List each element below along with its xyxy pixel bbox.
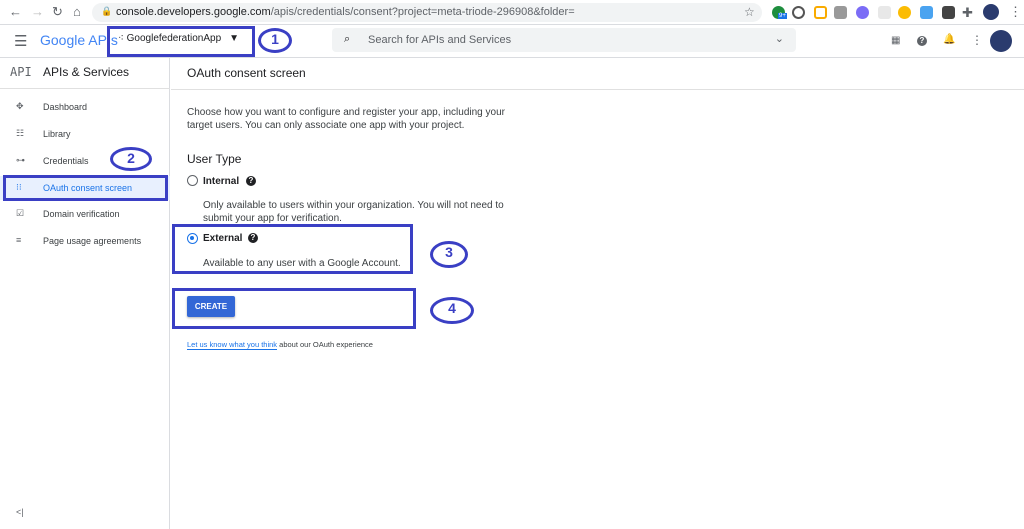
feedback-link[interactable]: Let us know what you think bbox=[187, 340, 278, 350]
hamburger-menu-icon[interactable]: ☰ bbox=[14, 32, 27, 50]
sidebar-title: APIs & Services bbox=[43, 65, 130, 79]
extension-icon[interactable] bbox=[856, 6, 869, 19]
search-icon: ⌕ bbox=[344, 33, 351, 45]
sidebar-item-label: Domain verification bbox=[43, 209, 120, 219]
camera-extension-icon[interactable] bbox=[834, 6, 847, 19]
sidebar-item-label: Dashboard bbox=[43, 102, 88, 112]
bookmark-star-icon[interactable]: ☆ bbox=[744, 5, 755, 19]
divider bbox=[0, 88, 170, 89]
lock-icon: 🔒 bbox=[101, 6, 113, 16]
library-icon: ☷ bbox=[16, 128, 25, 138]
gift-icon[interactable]: ▦ bbox=[891, 35, 900, 46]
home-icon[interactable]: ⌂ bbox=[73, 4, 81, 19]
extension-icon[interactable] bbox=[898, 6, 911, 19]
search-placeholder: Search for APIs and Services bbox=[368, 34, 512, 46]
intro-text: target users. You can only associate one… bbox=[187, 120, 465, 131]
extension-badge: 9+ bbox=[778, 13, 787, 19]
divider bbox=[171, 89, 1024, 90]
internal-description: Only available to users within your orga… bbox=[203, 200, 504, 211]
annotation-label-4: 4 bbox=[430, 297, 474, 324]
sidebar-item-dashboard[interactable]: ✥ Dashboard bbox=[0, 95, 170, 119]
page-title: OAuth consent screen bbox=[187, 66, 306, 80]
extension-icon[interactable] bbox=[920, 6, 933, 19]
annotation-box-3 bbox=[172, 224, 413, 274]
feedback-rest: about our OAuth experience bbox=[277, 340, 373, 349]
intro-text: Choose how you want to configure and reg… bbox=[187, 107, 505, 118]
extension-icon[interactable] bbox=[942, 6, 955, 19]
help-icon[interactable]: ? bbox=[246, 176, 256, 186]
sidebar-item-domain-verification[interactable]: ☑ Domain verification bbox=[0, 202, 170, 226]
annotation-label-2: 2 bbox=[110, 147, 152, 171]
help-icon[interactable]: ? bbox=[917, 36, 927, 46]
reload-icon[interactable]: ↻ bbox=[52, 4, 63, 20]
annotation-box-2 bbox=[3, 175, 168, 201]
annotation-box-1 bbox=[107, 26, 255, 57]
back-icon[interactable]: ← bbox=[9, 4, 22, 19]
feedback-text: Let us know what you think about our OAu… bbox=[187, 340, 373, 350]
api-badge-icon: API bbox=[10, 65, 32, 79]
chrome-menu-icon[interactable]: ⋮ bbox=[1009, 4, 1022, 20]
search-input[interactable]: ⌕ Search for APIs and Services ⌄ bbox=[332, 28, 796, 52]
sidebar-item-label: Library bbox=[43, 129, 71, 139]
sidebar-item-page-usage-agreements[interactable]: ≡ Page usage agreements bbox=[0, 229, 170, 253]
dashboard-icon: ✥ bbox=[16, 101, 24, 111]
more-vert-icon[interactable]: ⋮ bbox=[971, 33, 983, 47]
url-path: /apis/credentials/consent?project=meta-t… bbox=[270, 6, 575, 18]
forward-icon[interactable]: → bbox=[31, 4, 44, 19]
key-icon: ⊶ bbox=[16, 155, 25, 165]
annotation-label-1: 1 bbox=[258, 28, 292, 53]
extension-icon[interactable] bbox=[814, 6, 827, 19]
address-bar[interactable]: 🔒 console.developers.google.com/apis/cred… bbox=[92, 3, 762, 22]
sidebar-item-label: Credentials bbox=[43, 156, 89, 166]
checkbox-icon: ☑ bbox=[16, 208, 25, 218]
puzzle-icon[interactable]: ✚ bbox=[962, 5, 973, 21]
extension-icon[interactable] bbox=[792, 6, 805, 19]
internal-label[interactable]: Internal bbox=[203, 175, 239, 188]
sidebar-item-label: Page usage agreements bbox=[43, 236, 142, 246]
account-avatar[interactable] bbox=[990, 30, 1012, 52]
chevron-down-icon[interactable]: ⌄ bbox=[775, 32, 784, 45]
annotation-label-3: 3 bbox=[430, 241, 468, 268]
extension-icon[interactable] bbox=[878, 6, 891, 19]
user-type-heading: User Type bbox=[187, 152, 242, 166]
annotation-box-4 bbox=[172, 288, 416, 329]
collapse-sidebar-icon[interactable]: <| bbox=[16, 507, 24, 517]
settings-list-icon: ≡ bbox=[16, 235, 22, 245]
sidebar: API APIs & Services ✥ Dashboard ☷ Library … bbox=[0, 58, 170, 529]
sidebar-item-library[interactable]: ☷ Library bbox=[0, 122, 170, 146]
url-host: console.developers.google.com bbox=[116, 6, 271, 18]
internal-radio[interactable] bbox=[187, 175, 198, 186]
bell-icon[interactable]: 🔔 bbox=[943, 34, 955, 45]
profile-avatar[interactable] bbox=[983, 4, 999, 20]
